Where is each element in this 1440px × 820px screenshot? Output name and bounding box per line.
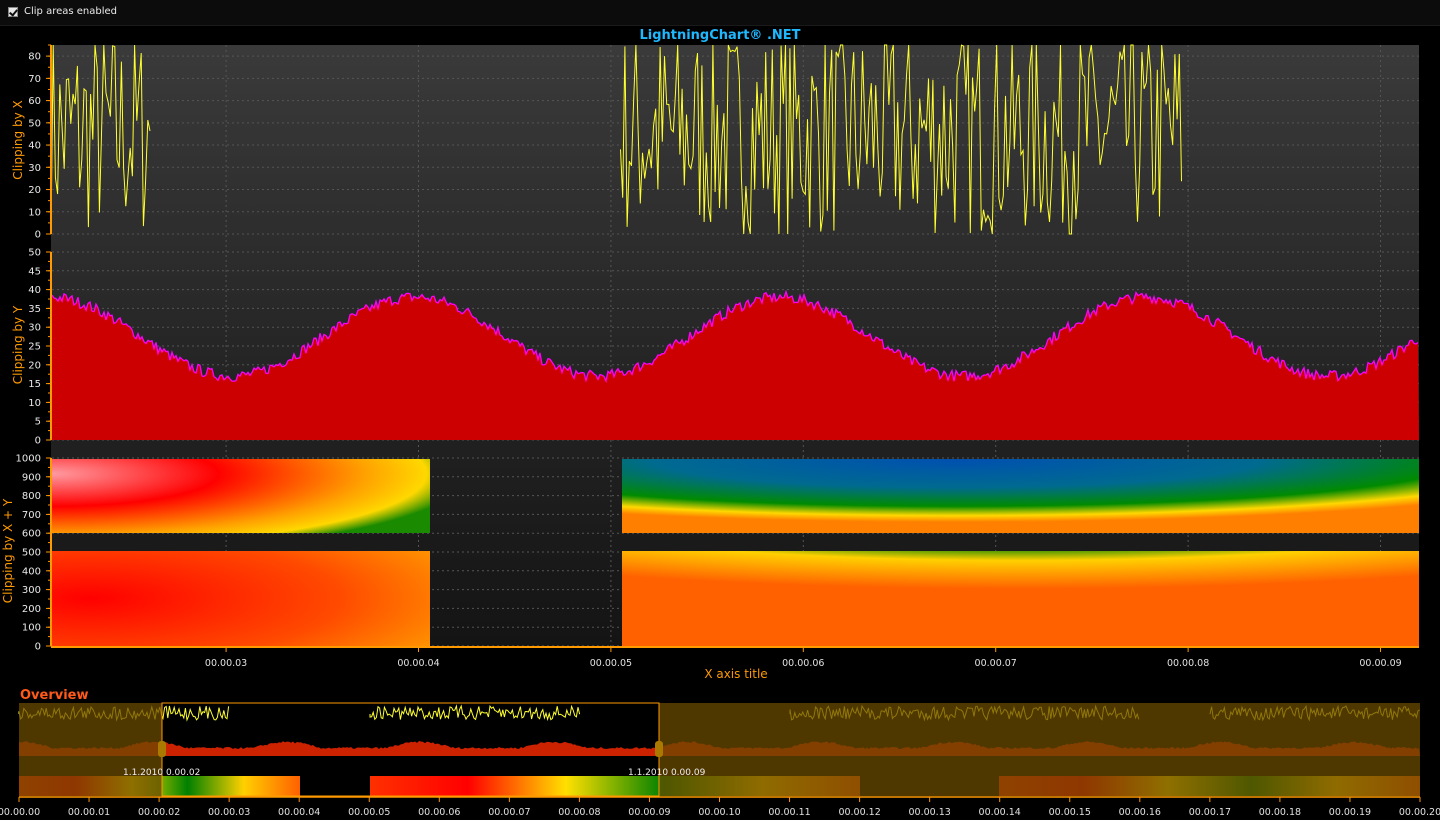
overview-x-tick-label: 00.00.00 [0,807,40,818]
x-tick-label: 00.00.05 [590,658,632,669]
y-tick-label: 300 [22,585,41,596]
overview-x-tick-label: 00.00.20 [1399,807,1440,818]
overview-x-tick-label: 00.00.11 [768,807,810,818]
y-tick-label: 0 [35,436,41,447]
y-tick-label: 40 [28,285,41,296]
overview-x-tick-label: 00.00.09 [628,807,670,818]
x-tick-label: 00.00.07 [975,658,1017,669]
chart-surface: LightningChart® .NET 8070605040302010050… [0,28,1440,818]
toolbar: Clip areas enabled [0,0,1440,26]
overview-x-tick-label: 00.00.15 [1049,807,1091,818]
overview-range-start-label: 1.1.2010 0.00.02 [123,768,200,778]
y-tick-label: 20 [28,185,41,196]
x-axis-title: X axis title [704,667,767,681]
overview-range-end-label: 1.1.2010 0.00.09 [628,768,706,778]
y-tick-label: 500 [22,548,41,559]
overview-x-tick-label: 00.00.04 [278,807,320,818]
overview-range-handle-left[interactable] [158,741,166,757]
y-tick-label: 70 [28,74,41,85]
overview-x-tick-label: 00.00.03 [208,807,250,818]
x-tick-label: 00.00.06 [782,658,824,669]
y-axis-title-clip-y: Clipping by Y [11,305,25,384]
y-tick-label: 60 [28,96,41,107]
overview-x-tick-label: 00.00.12 [838,807,880,818]
y-tick-label: 100 [22,623,41,634]
overview-x-tick-label: 00.00.06 [418,807,460,818]
x-tick-label: 00.00.03 [205,658,247,669]
y-tick-label: 5 [35,417,41,428]
y-tick-label: 30 [28,323,41,334]
overview-x-tick-label: 00.00.19 [1329,807,1371,818]
y-tick-label: 45 [28,266,41,277]
heatmap-top-right [622,459,1419,533]
overview-x-tick-label: 00.00.08 [558,807,600,818]
overview-x-tick-label: 00.00.16 [1119,807,1161,818]
overview-shade-right [659,703,1420,796]
y-tick-label: 20 [28,360,41,371]
y-tick-label: 50 [28,118,41,129]
y-tick-label: 30 [28,163,41,174]
overview-shade-left [19,703,162,796]
y-tick-label: 200 [22,604,41,615]
heatmap-bottom-right [622,551,1419,646]
y-tick-label: 50 [28,248,41,259]
y-tick-label: 600 [22,529,41,540]
overview-title: Overview [20,688,89,703]
y-axis-title-clip-x: Clipping by X [11,100,25,179]
overview-x-tick-label: 00.00.02 [138,807,180,818]
overview-x-tick-label: 00.00.18 [1259,807,1301,818]
y-tick-label: 0 [35,642,41,653]
x-tick-label: 00.00.08 [1167,658,1209,669]
overview-x-tick-label: 00.00.17 [1189,807,1231,818]
x-tick-label: 00.00.09 [1359,658,1401,669]
y-tick-label: 15 [28,379,41,390]
y-tick-label: 35 [28,304,41,315]
heatmap-bottom-left [52,551,430,646]
y-tick-label: 0 [35,230,41,241]
clip-areas-checkbox[interactable] [8,7,18,17]
y-axis-title-clip-xy: Clipping by X + Y [1,498,15,603]
y-tick-label: 1000 [16,454,41,465]
overview-x-axis: 00.00.00 00.00.01 00.00.02 00.00.03 00.00.04… [0,797,1440,818]
y-tick-label: 700 [22,510,41,521]
overview-chart: 1.1.2010 0.00.02 1.1.2010 0.00.09 [18,702,1420,797]
overview-x-tick-label: 00.00.10 [698,807,740,818]
overview-x-tick-label: 00.00.01 [68,807,110,818]
y-tick-label: 800 [22,491,41,502]
y-tick-label: 900 [22,472,41,483]
y-tick-label: 80 [28,52,41,63]
overview-x-tick-label: 00.00.05 [348,807,390,818]
y-tick-label: 10 [28,398,41,409]
y-tick-label: 10 [28,207,41,218]
clip-areas-label[interactable]: Clip areas enabled [24,6,117,17]
overview-range-handle-right[interactable] [655,741,663,757]
y-tick-label: 40 [28,141,41,152]
y-tick-label: 400 [22,566,41,577]
y-tick-label: 25 [28,342,41,353]
overview-x-tick-label: 00.00.14 [979,807,1021,818]
x-tick-label: 00.00.04 [397,658,439,669]
clip-xy-segment [52,459,1419,646]
overview-x-tick-label: 00.00.13 [908,807,950,818]
overview-x-tick-label: 00.00.07 [488,807,530,818]
chart-title: LightningChart® .NET [639,28,800,43]
heatmap-top-left [52,459,430,533]
x-axis: 00.00.03 00.00.04 00.00.05 00.00.06 00.00.07… [205,647,1402,669]
